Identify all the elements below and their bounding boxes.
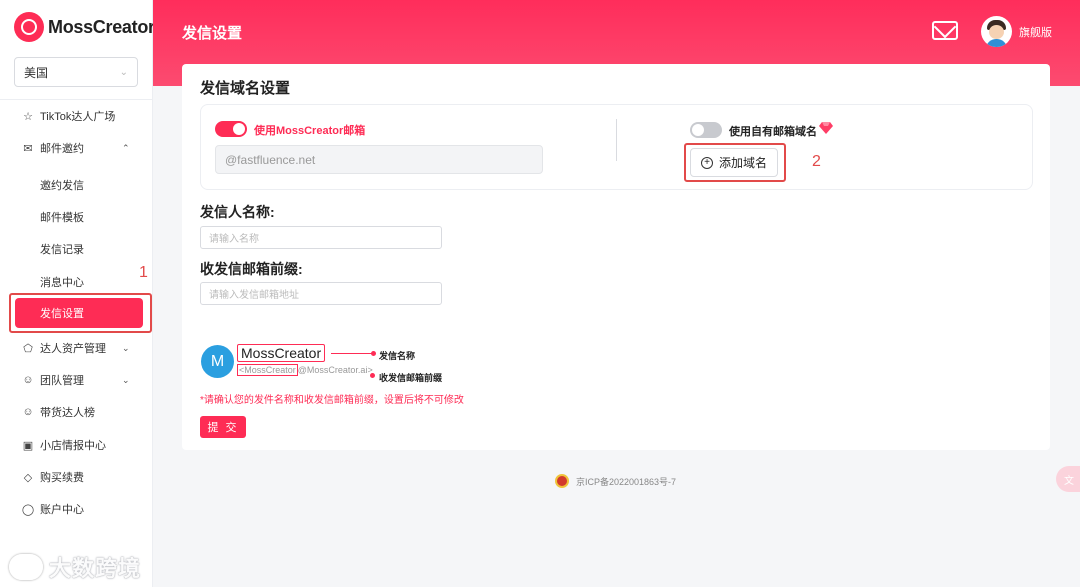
sidebar-item-label: 带货达人榜 [40,407,95,419]
sidebar-item-label: 购买续费 [40,472,84,484]
chevron-down-icon: ⌄ [122,374,130,385]
avatar[interactable] [981,16,1012,47]
domain-field: @fastfluence.net [215,145,543,174]
use-moss-toggle[interactable] [215,121,247,137]
diamond-icon [819,122,833,134]
email-prefix-input[interactable]: 请输入发信邮箱地址 [200,282,442,305]
sidebar-item-label: 团队管理 [40,375,84,387]
sidebar-item-tiktok-square[interactable]: ☆ TikTok达人广场 [22,106,115,126]
envelope-icon[interactable] [932,21,958,40]
vertical-divider [616,119,617,161]
name-pointer-line [331,351,376,356]
email-prefix-label: 收发信邮箱前缀: [200,261,303,277]
preview-sender-name: MossCreator [237,344,326,362]
settings-card: 发信域名设置 使用MossCreator邮箱 @fastfluence.net … [182,64,1050,450]
annotation-box-1 [9,293,152,333]
sidebar-subitem-send-log[interactable]: 发信记录 [40,241,84,257]
star-icon: ☆ [23,110,33,123]
watermark-text: 大数跨境 [49,556,142,581]
sidebar-item-creator-assets[interactable]: ⬠ 达人资产管理 ⌄ [22,338,129,358]
sidebar-item-label: 小店情报中心 [40,440,106,452]
brand-logo[interactable]: MossCreator [14,11,155,43]
watermark-logo-icon [9,554,43,580]
sidebar-item-email-invite[interactable]: ✉ 邮件邀约 ⌃ [22,138,129,158]
translate-icon[interactable]: 文 [1056,466,1080,492]
sidebar-item-shop-intel[interactable]: ▣ 小店情报中心 [22,435,106,455]
police-emblem-icon [555,474,569,488]
annotation-box-2 [684,143,786,182]
submit-button[interactable]: 提 交 [200,416,246,438]
annotation-marker-2: 2 [812,153,821,170]
footer: 京ICP备2022001863号-7 [555,474,676,488]
annotation-marker-1: 1 [139,264,148,281]
use-own-domain-toggle[interactable] [690,122,722,138]
pentagon-icon: ⬠ [23,342,33,355]
person-icon: ☺ [22,406,34,418]
sidebar-subitem-email-template[interactable]: 邮件模板 [40,209,84,225]
sidebar-item-label: 账户中心 [40,504,84,516]
sidebar-item-purchase[interactable]: ◇ 购买续费 [22,467,84,487]
sidebar-divider [0,99,153,100]
sidebar-item-label: TikTok达人广场 [40,111,116,123]
page-title: 发信设置 [182,25,243,42]
name-note: 发信名称 [379,351,416,361]
sidebar-item-ranking[interactable]: ☺ 带货达人榜 [22,402,95,422]
watermark: 大数跨境 [9,551,141,583]
domain-options-panel: 使用MossCreator邮箱 @fastfluence.net 使用自有邮箱域… [200,104,1033,190]
sender-name-input[interactable]: 请输入名称 [200,226,442,249]
sender-name-label: 发信人名称: [200,204,275,220]
diamond-icon: ◇ [23,471,33,484]
use-own-domain-label: 使用自有邮箱域名 [729,126,817,138]
sidebar-item-account[interactable]: ◯ 账户中心 [22,499,84,519]
use-moss-label: 使用MossCreator邮箱 [254,125,366,137]
brand-name: MossCreator [48,16,155,37]
preview-avatar: M [201,345,234,378]
sidebar-subitem-invite-send[interactable]: 邀约发信 [40,177,84,193]
mail-icon: ✉ [23,142,33,155]
region-select[interactable]: 美国 ⌄ [14,57,138,87]
sidebar-item-label: 达人资产管理 [40,343,106,355]
chevron-down-icon: ⌄ [119,66,128,78]
shop-icon: ▣ [22,439,34,452]
logo-icon [14,12,44,42]
account-icon: ◯ [21,503,35,516]
warning-text: *请确认您的发件名称和收发信邮箱前缀，设置后将不可修改 [200,395,464,406]
domain-settings-title: 发信域名设置 [200,80,291,97]
sidebar-subitem-message-center[interactable]: 消息中心 [40,274,84,290]
preview-email-prefix: <MossCreator [237,364,298,376]
preview-sender-email: <MossCreator @MossCreator.ai> [237,364,373,376]
chevron-up-icon: ⌃ [122,142,130,153]
icp-text[interactable]: 京ICP备2022001863号-7 [576,475,676,488]
team-icon: ☺ [22,374,34,386]
preview-email-suffix: @MossCreator.ai> [297,365,373,375]
chevron-down-icon: ⌄ [122,342,130,353]
sidebar-item-label: 邮件邀约 [40,143,84,155]
region-value: 美国 [24,65,49,80]
sidebar-item-team[interactable]: ☺ 团队管理 ⌄ [22,370,129,390]
prefix-note: 收发信邮箱前缀 [379,373,443,383]
user-plan-label[interactable]: 旗舰版 [1019,24,1052,40]
